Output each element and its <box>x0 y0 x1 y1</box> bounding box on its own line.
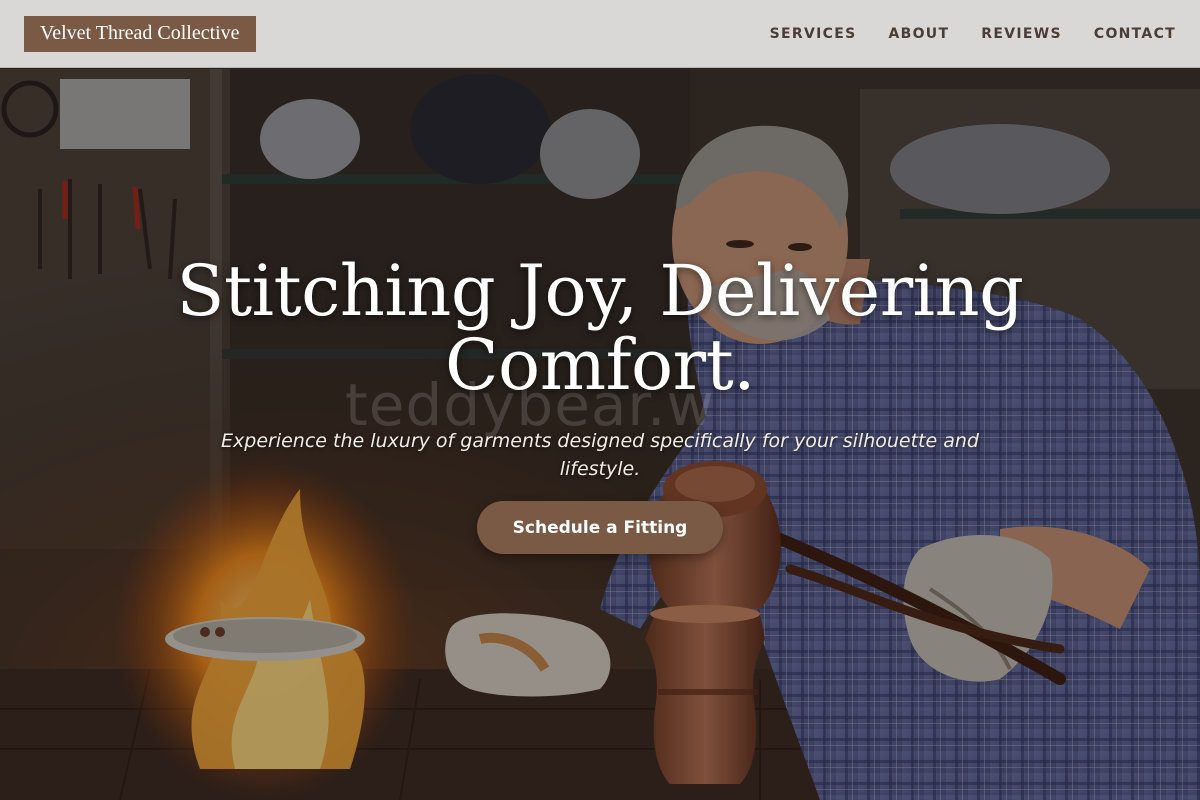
nav-link-services[interactable]: SERVICES <box>770 26 857 42</box>
brand-logo[interactable]: Velvet Thread Collective <box>24 15 256 52</box>
hero-title-line-2: Comfort. <box>445 324 755 406</box>
nav-link-contact[interactable]: CONTACT <box>1094 26 1176 42</box>
schedule-fitting-button[interactable]: Schedule a Fitting <box>477 501 723 554</box>
nav-link-about[interactable]: ABOUT <box>888 26 949 42</box>
hero-title: Stitching Joy, Delivering Comfort. <box>150 254 1050 402</box>
nav-link-reviews[interactable]: REVIEWS <box>981 26 1062 42</box>
main-nav: SERVICES ABOUT REVIEWS CONTACT <box>770 26 1176 42</box>
hero-subtitle: Experience the luxury of garments design… <box>221 430 979 480</box>
hero-title-line-1: Stitching Joy, Delivering <box>176 250 1024 332</box>
hero-content: teddybear.w Stitching Joy, Delivering Co… <box>0 69 1200 800</box>
site-header: Velvet Thread Collective SERVICES ABOUT … <box>0 0 1200 68</box>
hero-section: teddybear.w Stitching Joy, Delivering Co… <box>0 69 1200 800</box>
